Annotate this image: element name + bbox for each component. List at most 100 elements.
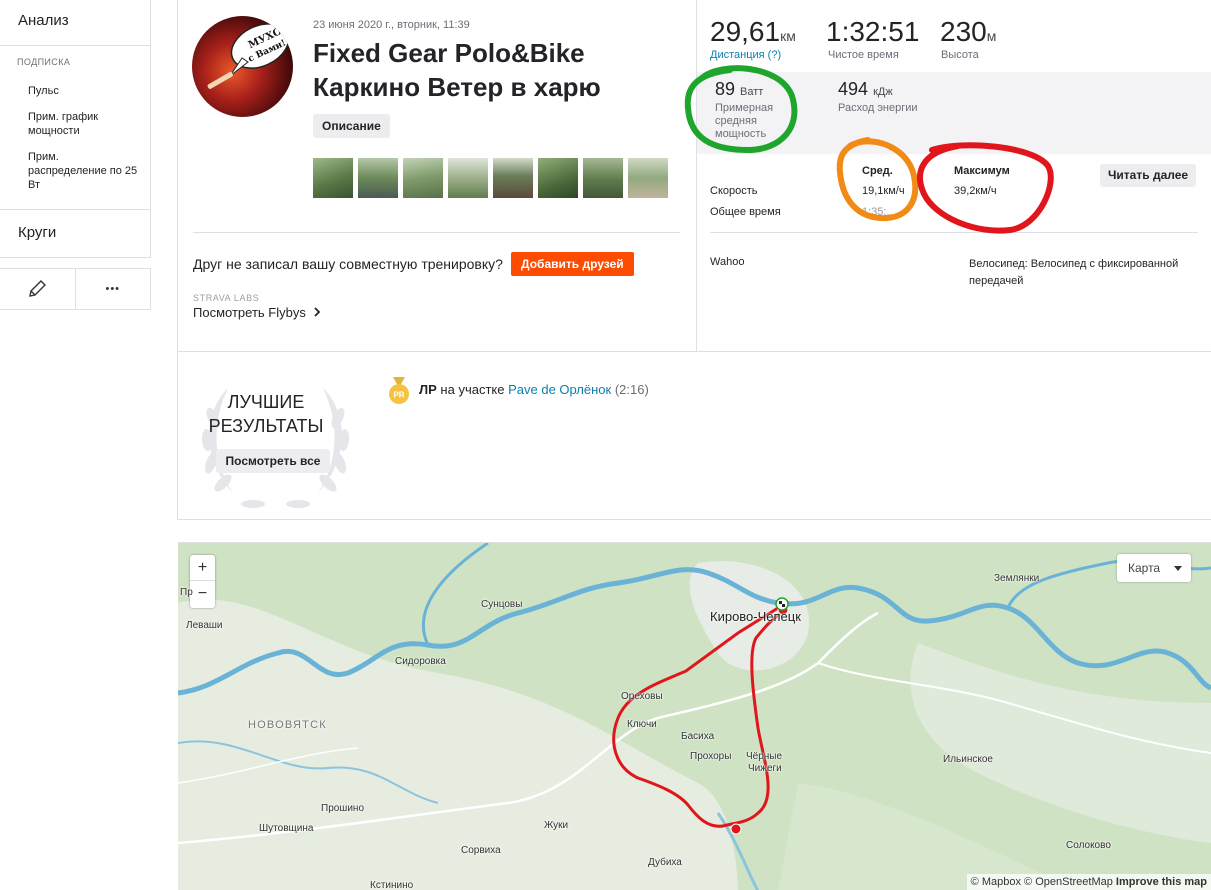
sidebar-item-heart-rate[interactable]: Пульс — [28, 84, 138, 98]
pr-on-text: на участке — [440, 382, 505, 397]
elevation-label: Высота — [941, 49, 979, 61]
speed-avg-value: 19,1км/ч — [862, 185, 905, 197]
distance-stat: 29,61км — [710, 16, 796, 48]
zoom-out-button[interactable]: − — [190, 581, 215, 607]
edit-button[interactable] — [0, 269, 76, 309]
sidebar: Анализ ПОДПИСКА Пульс Прим. график мощно… — [0, 0, 151, 890]
sidebar-actions: ••• — [0, 268, 151, 310]
map-label: Прохоры — [690, 751, 732, 762]
pr-label: ЛР — [419, 382, 437, 397]
photo-thumbnail[interactable] — [493, 158, 533, 198]
map-type-value: Карта — [1128, 561, 1161, 575]
moving-time-label: Чистое время — [828, 49, 899, 61]
osm-link[interactable]: © OpenStreetMap — [1024, 876, 1113, 888]
photo-thumbnail[interactable] — [448, 158, 488, 198]
power-label: Примерная средняя мощность — [715, 102, 774, 140]
map-label: Басиха — [681, 731, 715, 742]
map-label: Сунцовы — [481, 599, 523, 610]
mapbox-link[interactable]: © Mapbox — [971, 876, 1021, 888]
map-label: Ключи — [627, 719, 657, 730]
map-label: Шутовщина — [259, 823, 314, 834]
elevation-stat: 230м — [940, 16, 996, 48]
description-button[interactable]: Описание — [313, 114, 390, 138]
map-label: Чёрные — [746, 751, 783, 762]
sidebar-subscription-heading: ПОДПИСКА — [17, 57, 71, 67]
activity-title: Fixed Gear Polo&Bike Каркино Ветер в хар… — [313, 36, 683, 104]
elevation-unit: м — [986, 28, 997, 44]
map-canvas — [178, 543, 1211, 890]
caret-down-icon — [1174, 566, 1182, 571]
power-value: 89 — [715, 79, 736, 99]
map-type-select[interactable]: Карта — [1117, 554, 1191, 582]
pr-badge-text: PR — [393, 391, 404, 400]
map-label: Жуки — [544, 820, 569, 831]
map-label: Сорвиха — [461, 845, 501, 856]
photo-thumbnail[interactable] — [538, 158, 578, 198]
sidebar-item-power-curve[interactable]: Прим. график мощности — [28, 110, 138, 138]
photo-thumbnail[interactable] — [583, 158, 623, 198]
map-label-city: Кирово-Чепецк — [710, 609, 801, 624]
speed-row-label: Скорость — [710, 185, 758, 197]
moving-time-stat: 1:32:51 — [826, 16, 919, 48]
avatar-image: МУХО с Вами! — [207, 23, 290, 89]
map-label: Дубиха — [648, 857, 682, 868]
pr-medal-icon: PR — [389, 377, 409, 404]
distance-value: 29,61 — [710, 16, 781, 47]
speed-max-value: 39,2км/ч — [954, 185, 997, 197]
friend-prompt: Друг не записал вашу совместную трениров… — [193, 256, 503, 272]
pr-achievement: ЛР на участке Pave de Орлёнок (2:16) — [419, 382, 649, 397]
divider — [710, 232, 1198, 233]
add-friends-button[interactable]: Добавить друзей — [511, 252, 634, 276]
zoom-control: + − — [190, 555, 215, 608]
map-label: Ореховы — [621, 691, 663, 702]
read-more-button[interactable]: Читать далее — [1100, 164, 1197, 187]
divider — [193, 232, 680, 233]
ellipsis-icon: ••• — [105, 283, 121, 295]
distance-label[interactable]: Дистанция (?) — [710, 49, 781, 61]
route-map[interactable]: + − Карта Пр Леваши Сунцовы Сидоровка НО… — [178, 542, 1211, 890]
activity-title-line2: Каркино Ветер в харю — [313, 72, 601, 102]
activity-date: 23 июня 2020 г., вторник, 11:39 — [313, 19, 470, 31]
total-time-row-label: Общее время — [710, 206, 781, 218]
energy-value: 494 — [838, 79, 869, 99]
improve-map-link[interactable]: Improve this map — [1116, 876, 1207, 888]
photo-thumbnail[interactable] — [403, 158, 443, 198]
activity-title-line1: Fixed Gear Polo&Bike — [313, 38, 585, 68]
pencil-icon — [29, 280, 47, 297]
chevron-right-icon — [314, 307, 321, 317]
bike-name: Велосипед: Велосипед с фиксированной пер… — [969, 258, 1179, 287]
total-time-avg-value: 1:35:... — [862, 206, 896, 218]
segment-time: (2:16) — [614, 382, 649, 397]
strava-labs-label: STRAVA LABS — [193, 293, 260, 303]
map-label: Кстинино — [370, 880, 414, 890]
see-all-button[interactable]: Посмотреть все — [216, 449, 330, 473]
route-start-marker — [730, 823, 742, 835]
photo-strip — [313, 158, 668, 198]
energy-label: Расход энергии — [838, 102, 918, 114]
best-results-title: ЛУЧШИЕ РЕЗУЛЬТАТЫ — [208, 392, 324, 436]
photo-thumbnail[interactable] — [358, 158, 398, 198]
sidebar-analysis[interactable]: Анализ — [0, 0, 151, 46]
column-divider — [696, 0, 697, 352]
photo-thumbnail[interactable] — [313, 158, 353, 198]
map-attribution: © Mapbox © OpenStreetMap Improve this ma… — [966, 874, 1211, 890]
map-label: Землянки — [994, 573, 1040, 584]
flybys-link[interactable]: Посмотреть Flybys — [193, 305, 322, 320]
athlete-avatar[interactable]: МУХО с Вами! — [192, 16, 293, 117]
energy-unit: кДж — [873, 86, 893, 98]
map-label: Леваши — [186, 620, 223, 631]
more-button[interactable]: ••• — [76, 269, 151, 309]
map-label: Сидоровка — [395, 656, 446, 667]
power-stat: 89 Ватт — [715, 79, 763, 100]
map-label: Прошино — [321, 803, 365, 814]
flybys-link-text: Посмотреть Flybys — [193, 305, 306, 320]
power-unit: Ватт — [740, 86, 764, 98]
photo-thumbnail[interactable] — [628, 158, 668, 198]
sidebar-item-power-distribution[interactable]: Прим. распределение по 25 Вт — [28, 150, 138, 192]
elevation-value: 230 — [940, 16, 987, 47]
max-column-header: Максимум — [954, 165, 1010, 177]
map-label: Чижеги — [748, 763, 782, 774]
segment-link[interactable]: Pave de Орлёнок — [508, 382, 611, 397]
sidebar-item-laps[interactable]: Круги — [0, 210, 151, 258]
zoom-in-button[interactable]: + — [190, 555, 215, 581]
